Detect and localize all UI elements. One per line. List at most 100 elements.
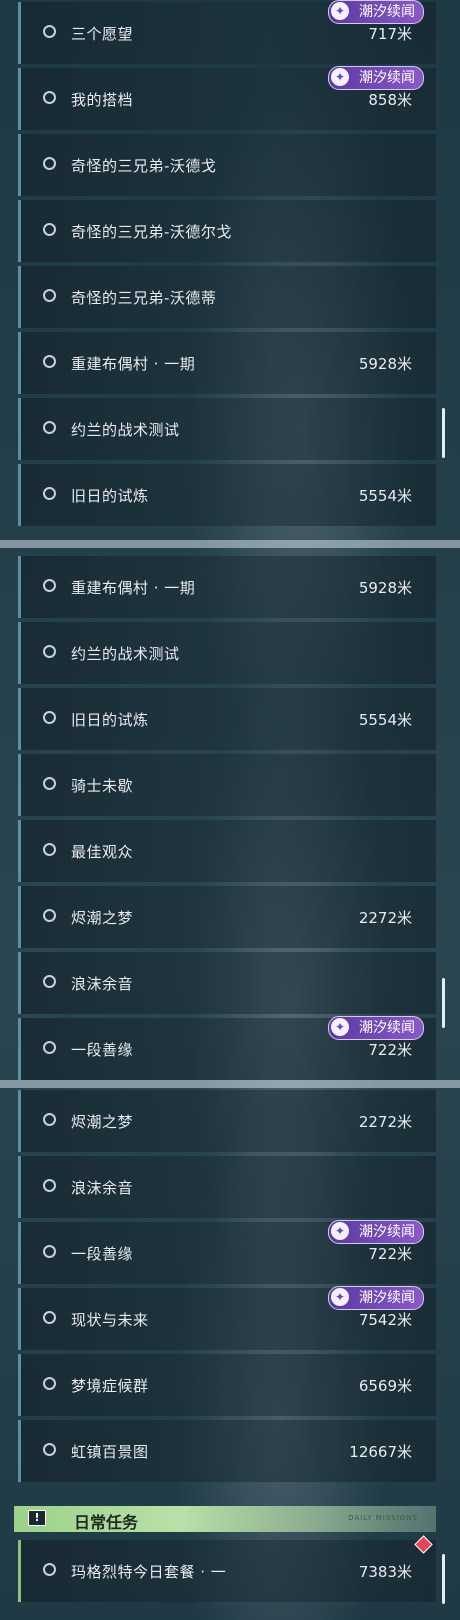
circle-outline-icon (43, 579, 56, 592)
quest-name: 烬潮之梦 (71, 1113, 134, 1131)
section-title: 日常任务 (74, 1513, 139, 1532)
quest-name: 奇怪的三兄弟-沃德尔戈 (71, 223, 232, 241)
circle-outline-icon (43, 421, 56, 434)
quest-row[interactable]: 梦境症候群 6569米 (18, 1354, 436, 1416)
quest-row[interactable]: 最佳观众 (18, 820, 436, 882)
quest-list-panel-1[interactable]: 三个愿望 ✦ 潮汐续闻 717米 我的搭档 ✦ 潮汐续闻 858米 奇怪的三兄弟-沃… (0, 0, 460, 540)
circle-outline-icon (43, 1377, 56, 1390)
quest-distance: 5554米 (358, 487, 412, 505)
quest-row[interactable]: 现状与未来 ✦ 潮汐续闻 7542米 (18, 1286, 436, 1350)
quest-row[interactable]: 旧日的试炼 5554米 (18, 464, 436, 526)
circle-outline-icon (43, 25, 56, 38)
quest-name: 浪沫余音 (71, 1179, 134, 1197)
daily-missions-header[interactable]: ! 日常任务 DAILY MISSIONS (14, 1506, 436, 1532)
quest-row[interactable]: 浪沫余音 (18, 1156, 436, 1218)
circle-outline-icon (43, 975, 56, 988)
circle-outline-icon (43, 843, 56, 856)
quest-row[interactable]: 一段善缘 ✦ 潮汐续闻 722米 (18, 1220, 436, 1284)
quest-name: 最佳观众 (71, 843, 134, 861)
quest-distance: 2272米 (358, 909, 412, 927)
quest-name: 我的搭档 (71, 91, 134, 109)
circle-outline-icon (43, 1179, 56, 1192)
daily-quest-row[interactable]: 玛格烈特今日套餐 · 一 7383米 (18, 1535, 436, 1602)
quest-list-panel-3[interactable]: 烬潮之梦 2272米 浪沫余音 一段善缘 ✦ 潮汐续闻 722米 现状与未来 ✦ 潮… (0, 1088, 460, 1620)
quest-name: 现状与未来 (71, 1311, 149, 1329)
quest-row[interactable]: 约兰的战术测试 (18, 622, 436, 684)
circle-outline-icon (43, 487, 56, 500)
quest-distance: 858米 (368, 91, 412, 109)
quest-distance: 5554米 (358, 711, 412, 729)
quest-row[interactable]: 一段善缘 ✦ 潮汐续闻 722米 (18, 1016, 436, 1080)
quest-row[interactable]: 虹镇百景图 12667米 (18, 1420, 436, 1482)
circle-outline-icon (43, 1311, 56, 1324)
quest-row[interactable]: 旧日的试炼 5554米 (18, 688, 436, 750)
quest-row[interactable]: 我的搭档 ✦ 潮汐续闻 858米 (18, 66, 436, 130)
quest-name: 重建布偶村 · 一期 (71, 355, 196, 373)
quest-row[interactable]: 烬潮之梦 2272米 (18, 1090, 436, 1152)
quest-row[interactable]: 三个愿望 ✦ 潮汐续闻 717米 (18, 0, 436, 64)
quest-row[interactable]: 重建布偶村 · 一期 5928米 (18, 556, 436, 618)
circle-outline-icon (43, 1113, 56, 1126)
quest-name: 奇怪的三兄弟-沃德蒂 (71, 289, 217, 307)
quest-distance: 5928米 (358, 579, 412, 597)
circle-outline-icon (43, 1563, 56, 1576)
scrollbar-thumb[interactable] (442, 1554, 445, 1604)
diamond-alert-icon (414, 1535, 433, 1554)
circle-outline-icon (43, 909, 56, 922)
quest-row[interactable]: 重建布偶村 · 一期 5928米 (18, 332, 436, 394)
tide-story-icon: ✦ (331, 2, 349, 20)
section-tag: DAILY MISSIONS (348, 1514, 418, 1522)
scrollbar-thumb[interactable] (442, 978, 445, 1028)
quest-list-panel-2[interactable]: 重建布偶村 · 一期 5928米 约兰的战术测试 旧日的试炼 5554米 骑士未… (0, 548, 460, 1080)
tide-story-badge: ✦ 潮汐续闻 (328, 1016, 424, 1040)
circle-outline-icon (43, 645, 56, 658)
tide-story-badge: ✦ 潮汐续闻 (328, 66, 424, 90)
quest-row[interactable]: 约兰的战术测试 (18, 398, 436, 460)
quest-row[interactable]: 奇怪的三兄弟-沃德蒂 (18, 266, 436, 328)
quest-distance: 5928米 (358, 355, 412, 373)
divider (0, 1080, 460, 1088)
quest-name: 三个愿望 (71, 25, 134, 43)
quest-name: 骑士未歇 (71, 777, 134, 795)
tide-story-icon: ✦ (331, 1222, 349, 1240)
circle-outline-icon (43, 355, 56, 368)
quest-name: 玛格烈特今日套餐 · 一 (71, 1563, 227, 1581)
tide-story-icon: ✦ (331, 68, 349, 86)
circle-outline-icon (43, 1443, 56, 1456)
tide-story-badge: ✦ 潮汐续闻 (328, 0, 424, 24)
circle-outline-icon (43, 1245, 56, 1258)
quest-row[interactable]: 奇怪的三兄弟-沃德尔戈 (18, 200, 436, 262)
exclamation-icon: ! (28, 1510, 46, 1526)
tide-story-icon: ✦ (331, 1018, 349, 1036)
quest-distance: 12667米 (349, 1443, 412, 1461)
quest-name: 旧日的试炼 (71, 711, 149, 729)
quest-row[interactable]: 浪沫余音 (18, 952, 436, 1014)
quest-distance: 722米 (368, 1245, 412, 1263)
tide-story-icon: ✦ (331, 1288, 349, 1306)
circle-outline-icon (43, 711, 56, 724)
tide-story-badge: ✦ 潮汐续闻 (328, 1220, 424, 1244)
circle-outline-icon (43, 223, 56, 236)
circle-outline-icon (43, 157, 56, 170)
quest-name: 虹镇百景图 (71, 1443, 149, 1461)
quest-name: 重建布偶村 · 一期 (71, 579, 196, 597)
quest-distance: 717米 (368, 25, 412, 43)
quest-distance: 6569米 (358, 1377, 412, 1395)
quest-distance: 2272米 (358, 1113, 412, 1131)
quest-name: 梦境症候群 (71, 1377, 149, 1395)
quest-distance: 722米 (368, 1041, 412, 1059)
quest-name: 约兰的战术测试 (71, 421, 180, 439)
circle-outline-icon (43, 289, 56, 302)
quest-name: 一段善缘 (71, 1245, 134, 1263)
quest-row[interactable]: 奇怪的三兄弟-沃德戈 (18, 134, 436, 196)
quest-row[interactable]: 骑士未歇 (18, 754, 436, 816)
quest-name: 浪沫余音 (71, 975, 134, 993)
scrollbar-thumb[interactable] (442, 408, 445, 458)
quest-name: 烬潮之梦 (71, 909, 134, 927)
quest-distance: 7542米 (358, 1311, 412, 1329)
quest-name: 奇怪的三兄弟-沃德戈 (71, 157, 217, 175)
quest-distance: 7383米 (358, 1563, 412, 1581)
quest-row[interactable]: 烬潮之梦 2272米 (18, 886, 436, 948)
quest-name: 约兰的战术测试 (71, 645, 180, 663)
circle-outline-icon (43, 777, 56, 790)
